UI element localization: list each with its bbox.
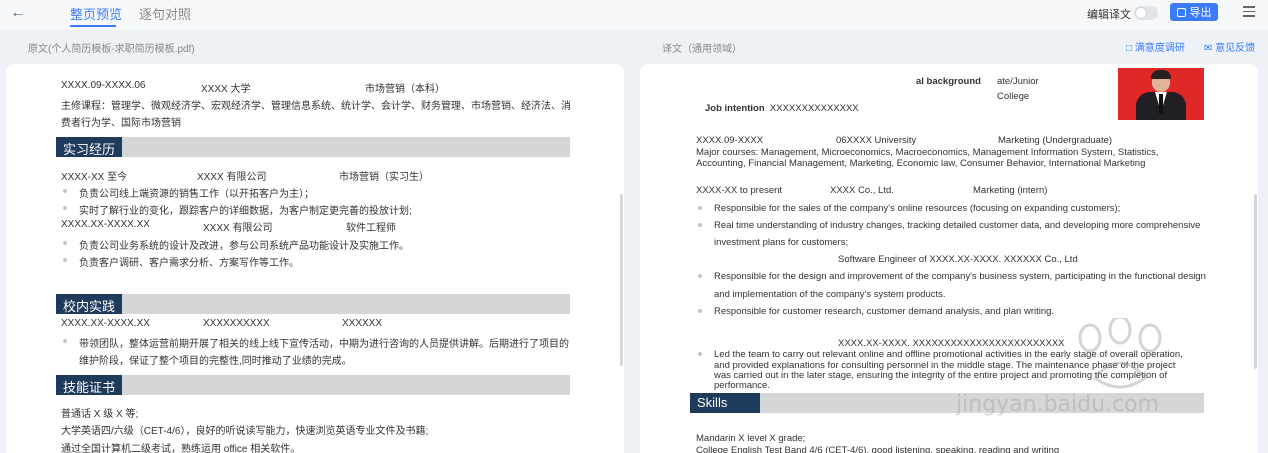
baidu-paw-watermark xyxy=(1078,318,1162,389)
job-title-line: Software Engineer of XXXX.XX-XXXX. XXXXX… xyxy=(838,254,1078,265)
section-internship-title: 实习经历 xyxy=(56,137,123,157)
bullet-dot xyxy=(63,206,67,210)
top-bar: ← 整页预览 逐句对照 编辑译文 导出 xyxy=(0,0,1268,30)
job-date: XXXX.XX-XXXX.XX xyxy=(61,219,150,230)
edu-school: 06XXXX University xyxy=(836,135,917,146)
campus-role: XXXXXX xyxy=(342,318,383,329)
skill-line: 普通话 X 级 X 等; xyxy=(61,409,139,420)
bullet-dot xyxy=(698,274,702,278)
edit-translation-toggle[interactable] xyxy=(1134,6,1158,20)
skill-line: College English Test Band 4/6 (CET-4/6),… xyxy=(696,445,1060,453)
bullet-text: 负责公司线上端资源的销售工作（以开拓客户为主）； xyxy=(79,189,314,200)
section-heading: 校内实践 xyxy=(56,294,570,314)
source-scrollbar[interactable] xyxy=(620,194,623,366)
courses-line: 主修课程：管理学、微观经济学、宏观经济学、管理信息系统、统计学、会计学、财务管理… xyxy=(61,101,571,112)
skill-line: 大学英语四/六级（CET-4/6），良好的听说读写能力，快速浏览英语专业文件及书… xyxy=(61,426,429,437)
bullet-text: 负责公司业务系统的设计及改进，参与公司系统产品功能设计及实施工作。 xyxy=(79,241,409,252)
bullet-dot xyxy=(698,206,702,210)
satisfaction-survey-link[interactable]: □ 满意度调研 xyxy=(1126,39,1185,54)
source-document-label: 原文(个人简历模板-求职简历模板.pdf) xyxy=(28,44,195,55)
translation-scrollbar[interactable] xyxy=(1254,194,1257,369)
bullet-dot xyxy=(63,241,67,245)
survey-label: 满意度调研 xyxy=(1134,43,1185,54)
tab-sentence-compare[interactable]: 逐句对照 xyxy=(139,4,191,23)
job-role: 软件工程师 xyxy=(346,223,396,234)
edu-school: XXXX 大学 xyxy=(201,84,251,95)
skill-line: 通过全国计算机二级考试，熟练运用 office 相关软件。 xyxy=(61,444,301,453)
bullet-text: Real time understanding of industry chan… xyxy=(714,220,1201,231)
skill-line: Mandarin X level X grade; xyxy=(696,433,806,444)
background-fragment: al background xyxy=(916,76,981,87)
job-company: XXXX 有限公司 xyxy=(203,223,273,234)
bullet-text: 负责客户调研、客户需求分析、方案写作等工作。 xyxy=(79,258,299,269)
section-heading: 技能证书 xyxy=(56,375,570,395)
export-button[interactable]: 导出 xyxy=(1170,3,1218,21)
bullet-text: Responsible for the design and improveme… xyxy=(714,271,1206,282)
job-intention-value: XXXXXXXXXXXXXX xyxy=(769,103,859,114)
courses-line: 费者行为学、国际市场营销 xyxy=(61,118,181,129)
bullet-text: 带领团队，整体运营前期开展了相关的线上线下宣传活动，中期为进行咨询的人员提供讲解… xyxy=(79,339,569,350)
intern-company: XXXX 有限公司 xyxy=(197,172,267,183)
section-skills-title: 技能证书 xyxy=(56,375,123,395)
toggle-knob xyxy=(1136,8,1146,18)
bullet-dot xyxy=(698,309,702,313)
active-tab-indicator xyxy=(70,25,116,27)
export-icon xyxy=(1176,7,1186,17)
campus-org: XXXXXXXXXX xyxy=(203,318,270,329)
section-skills-title: Skills xyxy=(690,393,760,413)
bullet-text: Responsible for the sales of the company… xyxy=(714,203,1121,214)
bullet-dot xyxy=(63,339,67,343)
bullet-dot xyxy=(698,223,702,227)
bullet-dot xyxy=(698,352,702,356)
bullet-dot xyxy=(63,189,67,193)
edu-major: 市场营销（本科） xyxy=(365,84,445,95)
edit-translation-label: 编辑译文 xyxy=(1087,9,1131,21)
feedback-link[interactable]: ✉ 意见反馈 xyxy=(1204,39,1255,54)
feedback-label: 意见反馈 xyxy=(1215,43,1256,54)
edu-major: Marketing (Undergraduate) xyxy=(998,135,1113,146)
edu-date: XXXX.09-XXXX xyxy=(696,135,764,146)
job-intention-label: Job intention xyxy=(705,103,765,114)
campus-date: XXXX.XX-XXXX.XX xyxy=(61,318,150,329)
intern-date: XXXX-XX 至今 xyxy=(61,172,128,183)
bullet-text: investment plans for customers; xyxy=(714,237,849,248)
job-intention-row: Job intention XXXXXXXXXXXXXX xyxy=(705,103,859,114)
campus-row: XXXX.XX-XXXX. XXXXXXXXXXXXXXXXXXXXXXXX xyxy=(838,338,1065,349)
level-fragment: College xyxy=(997,91,1030,102)
bullet-text: performance. xyxy=(714,380,770,391)
export-label: 导出 xyxy=(1189,7,1212,19)
menu-icon[interactable] xyxy=(1243,6,1255,18)
arrow-left-icon[interactable]: ← xyxy=(10,4,26,22)
target-domain-label: 译文（通用领域） xyxy=(662,44,742,55)
intern-company: XXXX Co., Ltd. xyxy=(830,185,894,196)
bullet-text: and implementation of the company's syst… xyxy=(714,289,946,300)
intern-role: 市场营销（实习生） xyxy=(339,172,429,183)
intern-date: XXXX-XX to present xyxy=(696,185,783,196)
profile-photo xyxy=(1118,68,1204,120)
section-campus-title: 校内实践 xyxy=(56,294,123,314)
intern-role: Marketing (intern) xyxy=(973,185,1048,196)
bullet-text: Responsible for customer research, custo… xyxy=(714,306,1055,317)
tab-full-page-preview[interactable]: 整页预览 xyxy=(70,4,122,23)
section-heading: 实习经历 xyxy=(56,137,570,157)
edu-date: XXXX.09-XXXX.06 xyxy=(61,80,146,91)
courses-line: Accounting, Financial Management, Market… xyxy=(696,158,1146,169)
level-fragment: ate/Junior xyxy=(997,76,1039,87)
bullet-text: 维护阶段，保证了整个项目的完整性,同时推动了业绩的完成。 xyxy=(79,356,352,367)
source-document-panel[interactable]: XXXX.09-XXXX.06 XXXX 大学 市场营销（本科） 主修课程：管理… xyxy=(6,64,624,453)
bullet-text: 实时了解行业的变化，跟踪客户的详细数据，为客户制定更完善的投放计划; xyxy=(79,206,412,217)
courses-line: Major courses: Management, Microeconomic… xyxy=(696,147,1159,158)
watermark-text: jingyan.baidu.com xyxy=(956,392,1160,417)
bullet-dot xyxy=(63,258,67,262)
